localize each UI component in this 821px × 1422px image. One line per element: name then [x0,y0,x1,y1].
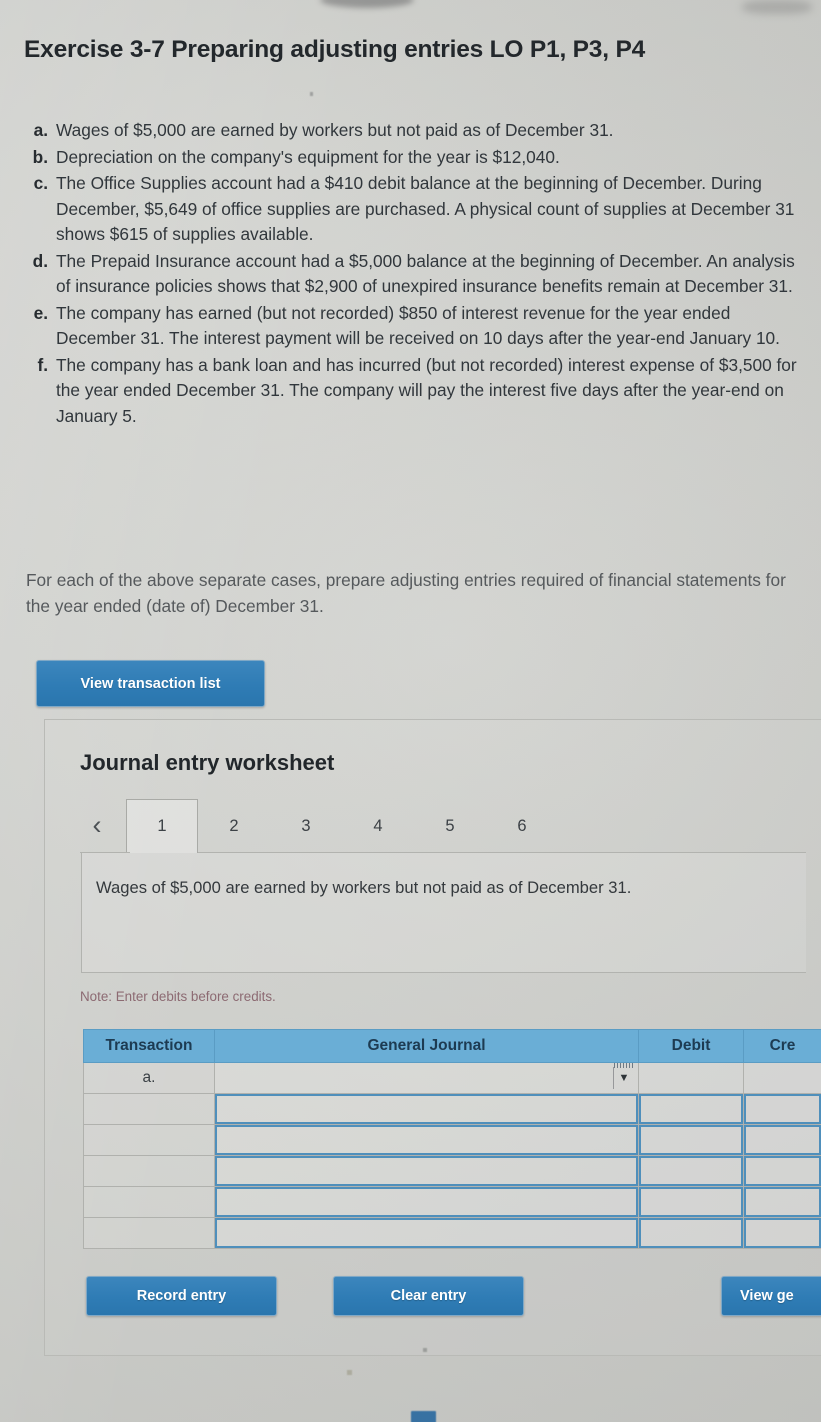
cell-general-journal[interactable] [214,1217,639,1249]
case-item: d. The Prepaid Insurance account had a $5… [24,249,806,300]
debit-input[interactable] [639,1156,743,1186]
case-marker: d. [32,250,48,271]
worksheet-tab-6[interactable]: 6 [486,799,558,853]
worksheet-tab-strip: ‹ 123456 [80,799,806,853]
credit-input[interactable] [744,1094,821,1124]
column-header-transaction: Transaction [83,1029,215,1063]
credit-input[interactable] [744,1125,821,1155]
worksheet-tab-3[interactable]: 3 [270,799,342,853]
credit-input[interactable] [744,1218,821,1248]
cell-credit[interactable] [743,1093,821,1125]
credit-input[interactable] [744,1187,821,1217]
credit-input[interactable] [744,1063,821,1093]
column-header-debit: Debit [638,1029,744,1063]
general-journal-table: Transaction General Journal Debit Cre a.… [83,1029,821,1249]
photo-smudge-right [742,0,812,14]
case-marker: e. [33,302,48,323]
general-journal-input[interactable] [215,1125,638,1155]
cell-general-journal[interactable] [214,1124,639,1156]
case-text: The company has a bank loan and has incu… [56,354,797,426]
photo-speck [347,1370,352,1375]
instructions-paragraph: For each of the above separate cases, pr… [26,570,786,616]
worksheet-tab-4[interactable]: 4 [342,799,414,853]
debit-input[interactable] [639,1063,743,1093]
case-item: a. Wages of $5,000 are earned by workers … [24,118,806,144]
case-item: b. Depreciation on the company's equipmen… [24,145,806,171]
table-row [83,1093,821,1125]
case-marker: f. [37,354,48,375]
cell-general-journal[interactable] [214,1155,639,1187]
table-row: a. ▼ [83,1062,821,1094]
case-marker: b. [32,146,48,167]
cell-general-journal[interactable]: ▼ [214,1062,639,1094]
cell-credit[interactable] [743,1186,821,1218]
cell-transaction[interactable]: a. [83,1062,215,1094]
case-text: The company has earned (but not recorded… [56,302,780,349]
transaction-description-box [81,853,806,973]
worksheet-tab-5[interactable]: 5 [414,799,486,853]
case-list: a. Wages of $5,000 are earned by workers … [24,118,806,430]
view-general-journal-button[interactable]: View ge [721,1276,821,1316]
cell-transaction[interactable] [83,1186,215,1218]
table-row [83,1217,821,1249]
cell-credit[interactable] [743,1062,821,1094]
worksheet-tab-1[interactable]: 1 [126,799,198,853]
photo-speck [310,92,313,96]
cell-debit[interactable] [638,1155,744,1187]
debit-input[interactable] [639,1125,743,1155]
case-marker: c. [33,173,48,193]
photo-smudge-top [320,0,414,8]
debit-input[interactable] [639,1094,743,1124]
case-item: e. The company has earned (but not record… [24,301,806,352]
cell-debit[interactable] [638,1186,744,1218]
worksheet-title: Journal entry worksheet [80,750,335,775]
general-journal-input[interactable] [215,1187,638,1217]
transaction-description-text: Wages of $5,000 are earned by workers bu… [96,878,632,897]
cell-debit[interactable] [638,1093,744,1125]
screenshot-page: Exercise 3-7 Preparing adjusting entries… [0,0,821,1422]
cell-general-journal[interactable] [214,1186,639,1218]
page-title: Exercise 3-7 Preparing adjusting entries… [24,36,646,63]
cell-transaction[interactable] [83,1217,215,1249]
credit-input[interactable] [744,1156,821,1186]
cell-debit[interactable] [638,1217,744,1249]
case-item: f. The company has a bank loan and has in… [24,353,806,430]
previous-tab-chevron-icon[interactable]: ‹ [82,808,112,842]
general-journal-input[interactable] [215,1063,638,1093]
case-text: Depreciation on the company's equipment … [56,146,560,167]
debit-input[interactable] [639,1218,743,1248]
cell-credit[interactable] [743,1124,821,1156]
debits-before-credits-note: Note: Enter debits before credits. [80,989,276,1004]
cell-debit[interactable] [638,1062,744,1094]
cell-transaction[interactable] [83,1155,215,1187]
cell-general-journal[interactable] [214,1093,639,1125]
column-header-general-journal: General Journal [214,1029,639,1063]
debit-input[interactable] [639,1187,743,1217]
table-row [83,1186,821,1218]
cell-credit[interactable] [743,1217,821,1249]
clear-entry-button[interactable]: Clear entry [333,1276,524,1316]
case-item: c. The Office Supplies account had a $410… [24,171,806,248]
cell-transaction[interactable] [83,1124,215,1156]
case-marker: a. [33,120,48,140]
case-text: The Office Supplies account had a $410 d… [56,173,795,244]
table-row [83,1124,821,1156]
worksheet-tab-2[interactable]: 2 [198,799,270,853]
case-text: The Prepaid Insurance account had a $5,0… [56,250,795,297]
photo-blue-chip [411,1411,436,1422]
general-journal-input[interactable] [215,1156,638,1186]
cell-credit[interactable] [743,1155,821,1187]
cell-debit[interactable] [638,1124,744,1156]
chevron-down-icon[interactable]: ▼ [613,1067,634,1089]
table-header-row: Transaction General Journal Debit Cre [83,1029,821,1063]
table-row [83,1155,821,1187]
general-journal-input[interactable] [215,1218,638,1248]
column-header-credit: Cre [743,1029,821,1063]
general-journal-input[interactable] [215,1094,638,1124]
record-entry-button[interactable]: Record entry [86,1276,277,1316]
view-transaction-list-button[interactable]: View transaction list [36,660,265,707]
case-text: Wages of $5,000 are earned by workers bu… [56,120,614,140]
cell-transaction[interactable] [83,1093,215,1125]
